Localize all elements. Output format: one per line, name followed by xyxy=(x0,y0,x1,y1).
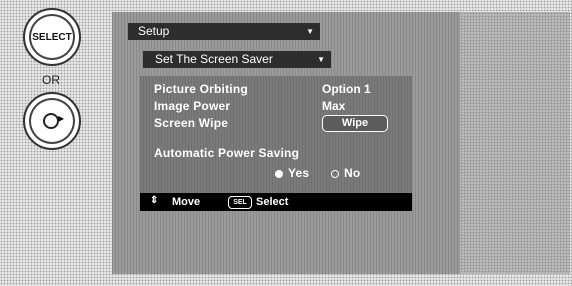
move-label: Move xyxy=(172,196,201,208)
dpad-center-icon xyxy=(43,113,59,129)
menu-screen-saver-label: Set The Screen Saver xyxy=(155,52,273,66)
setting-label-picture-orbiting: Picture Orbiting xyxy=(154,82,248,96)
select-button[interactable]: SELECT xyxy=(23,8,81,66)
dpad-button[interactable]: ▶ xyxy=(23,92,81,150)
dpad-right-icon: ▶ xyxy=(58,114,65,123)
power-saving-label: Automatic Power Saving xyxy=(154,146,300,160)
setting-label-image-power: Image Power xyxy=(154,99,231,113)
radio-yes-icon[interactable] xyxy=(275,170,283,178)
radio-yes-label[interactable]: Yes xyxy=(288,166,309,180)
select-hint-label: Select xyxy=(256,196,289,208)
dropdown-caret-icon: ▼ xyxy=(306,27,314,36)
remote-controls: SELECT OR ▶ xyxy=(6,6,102,150)
wipe-button[interactable]: Wipe xyxy=(322,115,388,132)
menu-setup[interactable]: Setup ▼ xyxy=(128,23,320,40)
move-arrows-icon: ⇕ xyxy=(150,195,159,206)
screen-side-panel xyxy=(460,12,570,274)
sel-badge: SEL xyxy=(228,196,252,209)
radio-no-label[interactable]: No xyxy=(344,166,360,180)
status-bar: ⇕ Move SEL Select xyxy=(140,193,412,211)
radio-no-icon[interactable] xyxy=(331,170,339,178)
setting-label-screen-wipe: Screen Wipe xyxy=(154,116,229,130)
or-label: OR xyxy=(42,73,60,87)
setting-value-image-power[interactable]: Max xyxy=(322,99,345,113)
menu-setup-label: Setup xyxy=(138,24,170,38)
select-button-label: SELECT xyxy=(32,31,72,43)
setting-value-picture-orbiting[interactable]: Option 1 xyxy=(322,82,371,96)
dropdown-caret-icon: ▼ xyxy=(317,55,325,64)
settings-panel xyxy=(140,76,412,211)
menu-screen-saver[interactable]: Set The Screen Saver ▼ xyxy=(143,51,331,68)
